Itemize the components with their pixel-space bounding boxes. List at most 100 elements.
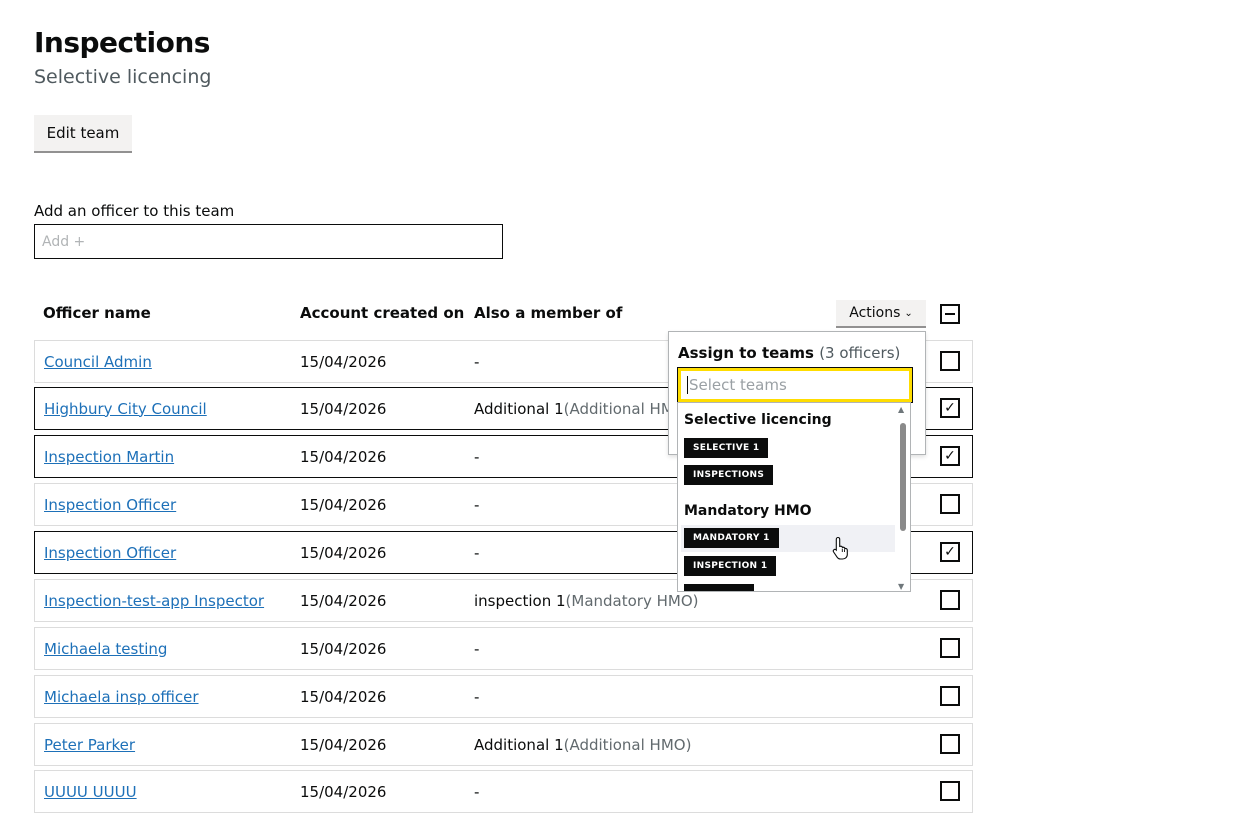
row-checkbox[interactable] <box>940 686 960 706</box>
row-checkbox[interactable]: ✓ <box>940 446 960 466</box>
member-scheme: (Mandatory HMO) <box>565 591 699 610</box>
member-of-cell: - <box>474 628 479 669</box>
assign-teams-heading: Assign to teams <box>678 344 814 362</box>
row-checkbox[interactable]: ✓ <box>940 398 960 418</box>
member-team: - <box>474 543 480 562</box>
officer-name-link[interactable]: Inspection Officer <box>44 544 176 562</box>
table-row: Michaela testing 15/04/2026 - <box>34 627 973 670</box>
table-row: Peter Parker 15/04/2026 Additional 1 (Addi… <box>34 723 973 766</box>
row-checkbox[interactable] <box>940 494 960 514</box>
add-officer-input[interactable]: Add + <box>34 224 503 259</box>
scroll-up-icon[interactable]: ▲ <box>898 405 904 414</box>
officer-name-cell: Peter Parker <box>44 724 135 765</box>
checkmark-icon: ✓ <box>944 448 956 464</box>
indeterminate-dash-icon <box>945 313 955 315</box>
member-team: inspection 1 <box>474 591 566 610</box>
team-option-partial[interactable] <box>684 584 754 591</box>
account-created-cell: 15/04/2026 <box>300 687 387 706</box>
select-teams-placeholder: Select teams <box>689 376 787 394</box>
page-title: Inspections <box>34 26 210 59</box>
account-created-cell: 15/04/2026 <box>300 639 387 658</box>
team-option-inspections[interactable]: INSPECTIONS <box>684 465 774 485</box>
team-option-selective-1[interactable]: SELECTIVE 1 <box>684 438 769 458</box>
select-all-checkbox[interactable] <box>940 304 960 324</box>
officer-name-link[interactable]: Inspection-test-app Inspector <box>44 592 264 610</box>
member-team: - <box>474 782 480 801</box>
officer-name-link[interactable]: Inspection Officer <box>44 496 176 514</box>
table-row: UUUU UUUU 15/04/2026 - <box>34 770 973 813</box>
member-of-cell: Additional 1 (Additional HM <box>474 388 674 429</box>
member-team: Additional 1 <box>474 735 564 754</box>
member-scheme: (Additional HM <box>563 399 674 418</box>
member-team: - <box>474 352 480 371</box>
select-teams-input[interactable]: Select teams <box>677 367 913 403</box>
header-officer-name: Officer name <box>43 304 151 322</box>
member-of-cell: Additional 1 (Additional HMO) <box>474 724 691 765</box>
teams-listbox[interactable]: Selective licencing SELECTIVE 1 INSPECTI… <box>677 402 911 592</box>
officer-name-link[interactable]: Highbury City Council <box>44 400 207 418</box>
officer-name-cell: Michaela insp officer <box>44 676 199 717</box>
scrollbar-thumb[interactable] <box>900 423 906 531</box>
chevron-down-icon: ⌄ <box>904 307 913 319</box>
team-option-inspection-1[interactable]: INSPECTION 1 <box>684 556 777 576</box>
account-created-cell: 15/04/2026 <box>300 782 387 801</box>
member-team: - <box>474 687 480 706</box>
officer-name-cell: Council Admin <box>44 341 152 382</box>
actions-label: Actions <box>849 305 901 321</box>
text-caret <box>687 376 688 394</box>
row-checkbox[interactable] <box>940 781 960 801</box>
member-scheme: (Additional HMO) <box>563 735 692 754</box>
officer-name-link[interactable]: Michaela insp officer <box>44 688 199 706</box>
row-checkbox[interactable] <box>940 590 960 610</box>
account-created-cell: 15/04/2026 <box>300 591 387 610</box>
member-of-cell: - <box>474 484 479 525</box>
member-of-cell: - <box>474 532 479 573</box>
group-label-mandatory: Mandatory HMO <box>684 503 812 519</box>
account-created-cell: 15/04/2026 <box>300 735 387 754</box>
group-label-selective: Selective licencing <box>684 412 832 428</box>
officer-name-cell: Michaela testing <box>44 628 167 669</box>
team-option-mandatory-1[interactable]: MANDATORY 1 <box>684 528 779 548</box>
member-of-cell: - <box>474 341 479 382</box>
officer-name-cell: Inspection Officer <box>44 532 176 573</box>
officer-name-cell: Inspection Martin <box>44 436 174 477</box>
member-of-cell: - <box>474 771 479 812</box>
page-caption: Selective licencing <box>34 66 212 88</box>
account-created-cell: 15/04/2026 <box>300 495 387 514</box>
account-created-cell: 15/04/2026 <box>300 352 387 371</box>
officer-name-link[interactable]: Council Admin <box>44 353 152 371</box>
scroll-down-icon[interactable]: ▼ <box>898 582 904 591</box>
member-of-cell: inspection 1 (Mandatory HMO) <box>474 580 699 621</box>
assign-teams-count: (3 officers) <box>819 344 901 362</box>
account-created-cell: 15/04/2026 <box>300 447 387 466</box>
header-account-created: Account created on <box>300 304 465 322</box>
row-checkbox[interactable] <box>940 351 960 371</box>
officer-name-link[interactable]: UUUU UUUU <box>44 783 137 801</box>
row-checkbox[interactable] <box>940 734 960 754</box>
assign-teams-title: Assign to teams (3 officers) <box>678 344 900 362</box>
row-checkbox[interactable]: ✓ <box>940 542 960 562</box>
member-team: - <box>474 639 480 658</box>
row-checkbox[interactable] <box>940 638 960 658</box>
officer-name-cell: UUUU UUUU <box>44 771 137 812</box>
member-of-cell: - <box>474 436 479 477</box>
officer-name-cell: Highbury City Council <box>44 388 207 429</box>
listbox-scrollbar[interactable]: ▲ ▼ <box>898 405 907 591</box>
officer-name-link[interactable]: Inspection Martin <box>44 448 174 466</box>
member-team: Additional 1 <box>474 399 564 418</box>
account-created-cell: 15/04/2026 <box>300 399 387 418</box>
member-team: - <box>474 495 480 514</box>
actions-button[interactable]: Actions ⌄ <box>836 300 926 328</box>
header-member-of: Also a member of <box>474 304 623 322</box>
officer-name-cell: Inspection-test-app Inspector <box>44 580 264 621</box>
table-row: Michaela insp officer 15/04/2026 - <box>34 675 973 718</box>
account-created-cell: 15/04/2026 <box>300 543 387 562</box>
officer-name-link[interactable]: Michaela testing <box>44 640 167 658</box>
add-officer-label: Add an officer to this team <box>34 202 235 220</box>
officer-name-link[interactable]: Peter Parker <box>44 736 135 754</box>
checkmark-icon: ✓ <box>944 400 956 416</box>
hand-pointer-icon <box>832 536 848 560</box>
member-of-cell: - <box>474 676 479 717</box>
officer-name-cell: Inspection Officer <box>44 484 176 525</box>
edit-team-button[interactable]: Edit team <box>34 115 132 153</box>
